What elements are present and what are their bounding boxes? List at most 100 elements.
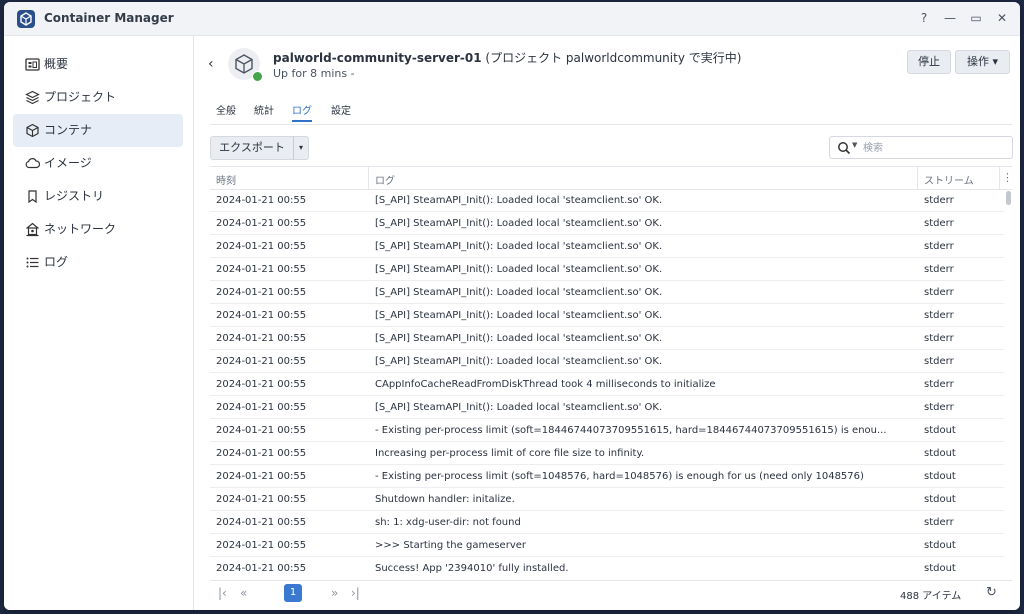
last-page-icon[interactable]: ›| <box>351 586 360 600</box>
sidebar-item-label: 概要 <box>44 57 69 71</box>
column-header-log[interactable]: ログ <box>375 172 395 187</box>
table-row[interactable]: 2024-01-21 00:55 [S_API] SteamAPI_Init():… <box>210 327 1004 350</box>
search-options-caret-icon[interactable]: ▼ <box>852 141 857 149</box>
sidebar-item-network[interactable]: ネットワーク <box>13 213 183 246</box>
sidebar-item-label: ログ <box>44 255 69 269</box>
table-row[interactable]: 2024-01-21 00:55 [S_API] SteamAPI_Init():… <box>210 304 1004 327</box>
help-icon[interactable]: ? <box>914 8 934 28</box>
log-icon <box>26 257 39 268</box>
table-row[interactable]: 2024-01-21 00:55 [S_API] SteamAPI_Init():… <box>210 189 1004 212</box>
vertical-scrollbar[interactable] <box>1004 189 1012 577</box>
scrollbar-thumb[interactable] <box>1006 191 1011 205</box>
cell-log: [S_API] SteamAPI_Init(): Loaded local 's… <box>375 218 663 229</box>
cell-time: 2024-01-21 00:55 <box>216 356 307 367</box>
project-icon <box>25 90 40 105</box>
column-header-stream[interactable]: ストリーム <box>924 172 974 187</box>
sidebar-item-container[interactable]: コンテナ <box>13 114 183 147</box>
prev-page-icon[interactable]: « <box>240 586 247 600</box>
image-icon <box>25 158 40 169</box>
column-divider[interactable] <box>917 167 918 189</box>
maximize-icon[interactable]: ▭ <box>966 8 986 28</box>
export-dropdown-button[interactable]: ▾ <box>293 136 309 160</box>
first-page-icon[interactable]: |‹ <box>218 586 227 600</box>
stop-button[interactable]: 停止 <box>907 50 951 74</box>
registry-icon <box>28 190 37 204</box>
cell-time: 2024-01-21 00:55 <box>216 540 307 551</box>
cell-time: 2024-01-21 00:55 <box>216 494 307 505</box>
sidebar-item-label: コンテナ <box>44 123 93 137</box>
cell-stream: stdout <box>924 448 956 459</box>
export-button[interactable]: エクスポート <box>210 136 294 160</box>
table-row[interactable]: 2024-01-21 00:55 [S_API] SteamAPI_Init():… <box>210 350 1004 373</box>
cell-time: 2024-01-21 00:55 <box>216 379 307 390</box>
container-project-note: (プロジェクト palworldcommunity で実行中) <box>481 51 742 65</box>
cell-log: [S_API] SteamAPI_Init(): Loaded local 's… <box>375 264 663 275</box>
table-row[interactable]: 2024-01-21 00:55 [S_API] SteamAPI_Init():… <box>210 212 1004 235</box>
tab-stats[interactable]: 統計 <box>254 102 274 120</box>
table-header: 時刻 ログ ストリーム ⋮ <box>210 166 1012 190</box>
table-row[interactable]: 2024-01-21 00:55 >>> Starting the gameser… <box>210 534 1004 557</box>
sidebar-item-overview[interactable]: 概要 <box>13 48 183 81</box>
table-row[interactable]: 2024-01-21 00:55 [S_API] SteamAPI_Init():… <box>210 258 1004 281</box>
table-row[interactable]: 2024-01-21 00:55 [S_API] SteamAPI_Init():… <box>210 396 1004 419</box>
table-row[interactable]: 2024-01-21 00:55 CAppInfoCacheReadFromDis… <box>210 373 1004 396</box>
cell-log: Shutdown handler: initalize. <box>375 494 515 505</box>
table-row[interactable]: 2024-01-21 00:55 - Existing per-process l… <box>210 465 1004 488</box>
next-page-icon[interactable]: » <box>331 586 338 600</box>
column-divider[interactable] <box>999 167 1000 189</box>
sidebar-item-project[interactable]: プロジェクト <box>13 81 183 114</box>
cell-time: 2024-01-21 00:55 <box>216 425 307 436</box>
container-name: palworld-community-server-01 <box>273 51 482 65</box>
log-table: 時刻 ログ ストリーム ⋮ 2024-01-21 00:55 [S_API] St… <box>210 166 1012 577</box>
column-menu-icon[interactable]: ⋮ <box>1002 171 1012 184</box>
table-row[interactable]: 2024-01-21 00:55 Shutdown handler: inital… <box>210 488 1004 511</box>
container-icon <box>26 123 39 138</box>
cell-stream: stderr <box>924 379 954 390</box>
pagination-bar: |‹ « 1 » ›| 488 アイテム ↻ <box>210 580 1012 605</box>
minimize-icon[interactable]: — <box>940 8 960 28</box>
sidebar-item-label: イメージ <box>44 156 92 170</box>
search-icon[interactable] <box>837 141 851 155</box>
cell-stream: stdout <box>924 540 956 551</box>
cell-stream: stderr <box>924 356 954 367</box>
cell-stream: stderr <box>924 264 954 275</box>
tab-settings[interactable]: 設定 <box>331 102 351 120</box>
column-header-time[interactable]: 時刻 <box>216 172 236 187</box>
back-arrow-icon[interactable]: ‹ <box>208 56 214 72</box>
container-manager-window: Container Manager ? — ▭ ✕ 概要 プロジェクト コンテナ… <box>4 2 1020 610</box>
cell-log: - Existing per-process limit (soft=10485… <box>375 471 864 482</box>
sidebar-item-registry[interactable]: レジストリ <box>13 180 183 213</box>
network-icon <box>26 222 39 237</box>
cell-stream: stdout <box>924 563 956 574</box>
cell-log: [S_API] SteamAPI_Init(): Loaded local 's… <box>375 241 663 252</box>
sidebar-item-log[interactable]: ログ <box>13 246 183 279</box>
sidebar-item-label: ネットワーク <box>44 222 117 236</box>
cell-log: >>> Starting the gameserver <box>375 540 527 551</box>
table-row[interactable]: 2024-01-21 00:55 Increasing per-process l… <box>210 442 1004 465</box>
cell-stream: stdout <box>924 425 956 436</box>
cell-time: 2024-01-21 00:55 <box>216 218 307 229</box>
cell-time: 2024-01-21 00:55 <box>216 517 307 528</box>
container-uptime: Up for 8 mins - <box>273 67 355 80</box>
table-row[interactable]: 2024-01-21 00:55 sh: 1: xdg-user-dir: not… <box>210 511 1004 534</box>
table-row[interactable]: 2024-01-21 00:55 Success! App '2394010' f… <box>210 557 1004 577</box>
cell-log: [S_API] SteamAPI_Init(): Loaded local 's… <box>375 402 663 413</box>
table-row[interactable]: 2024-01-21 00:55 [S_API] SteamAPI_Init():… <box>210 235 1004 258</box>
tab-general[interactable]: 全般 <box>216 102 236 120</box>
table-body: 2024-01-21 00:55 [S_API] SteamAPI_Init():… <box>210 189 1004 577</box>
cell-log: - Existing per-process limit (soft=18446… <box>375 425 887 436</box>
cell-time: 2024-01-21 00:55 <box>216 310 307 321</box>
sidebar-item-image[interactable]: イメージ <box>13 147 183 180</box>
table-row[interactable]: 2024-01-21 00:55 [S_API] SteamAPI_Init():… <box>210 281 1004 304</box>
cell-time: 2024-01-21 00:55 <box>216 333 307 344</box>
search-input[interactable] <box>861 139 1010 157</box>
running-status-dot <box>252 71 263 82</box>
refresh-icon[interactable]: ↻ <box>986 585 997 600</box>
title-bar: Container Manager ? — ▭ ✕ <box>4 2 1020 36</box>
column-divider[interactable] <box>368 167 369 189</box>
table-row[interactable]: 2024-01-21 00:55 - Existing per-process l… <box>210 419 1004 442</box>
page-number-current[interactable]: 1 <box>284 584 302 602</box>
close-icon[interactable]: ✕ <box>992 8 1012 28</box>
actions-button[interactable]: 操作 ▾ <box>955 50 1010 74</box>
tab-log[interactable]: ログ <box>292 102 312 122</box>
